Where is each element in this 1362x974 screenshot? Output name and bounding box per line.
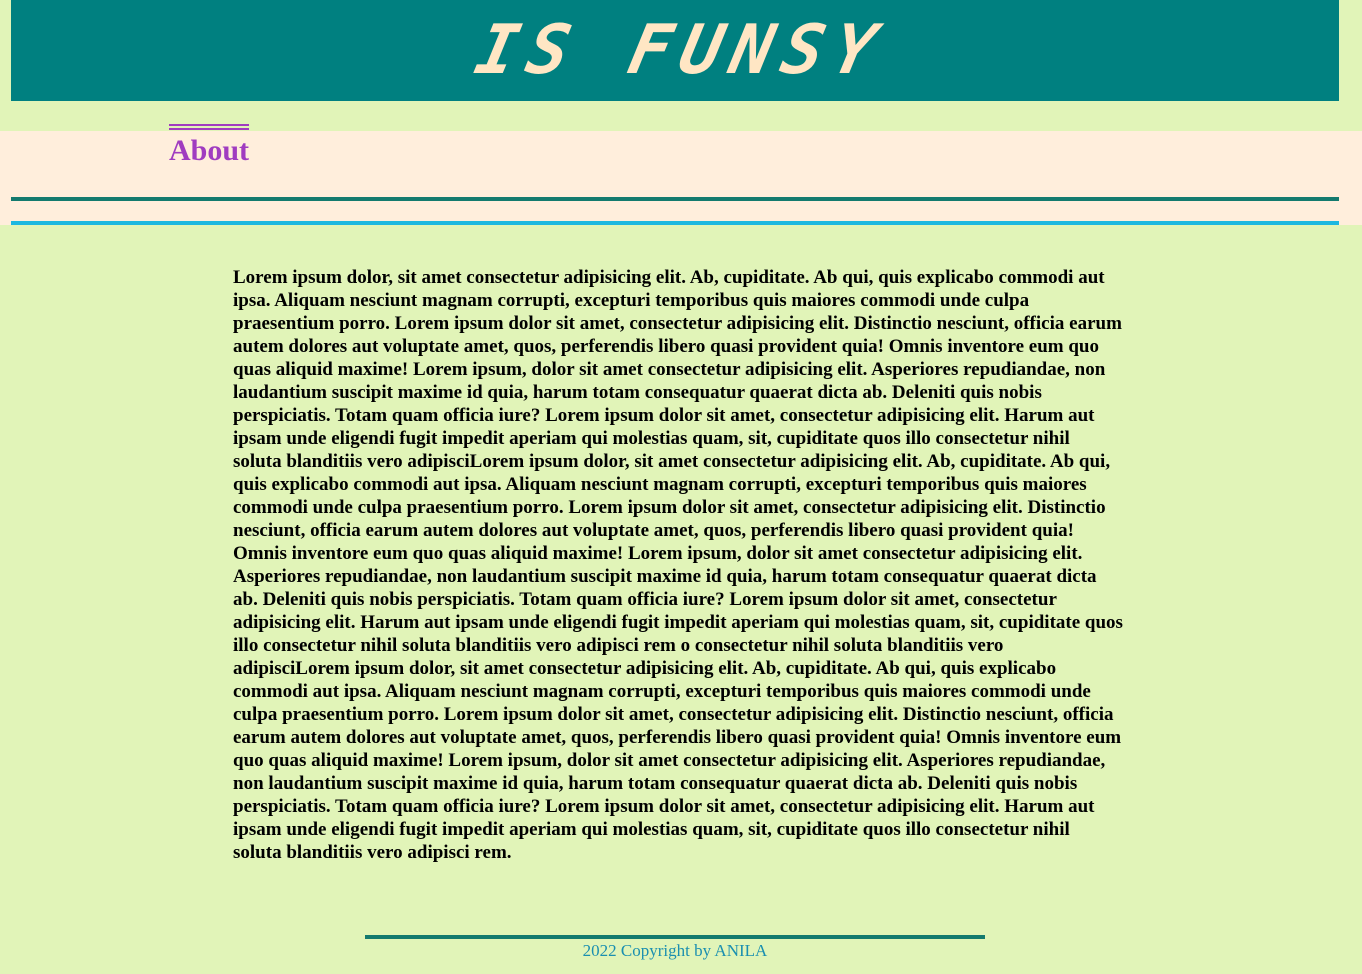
divider-teal <box>11 197 1339 201</box>
nav-link-about[interactable]: About <box>169 124 250 166</box>
site-logo-title: IS FUNSY <box>468 10 894 90</box>
footer-copyright: 2022 Copyright by ANILA <box>582 941 768 960</box>
divider-cyan <box>11 221 1339 225</box>
footer-divider <box>365 935 985 939</box>
site-header: IS FUNSY <box>11 0 1339 101</box>
main-article-text: Lorem ipsum dolor, sit amet consectetur … <box>233 267 1123 863</box>
